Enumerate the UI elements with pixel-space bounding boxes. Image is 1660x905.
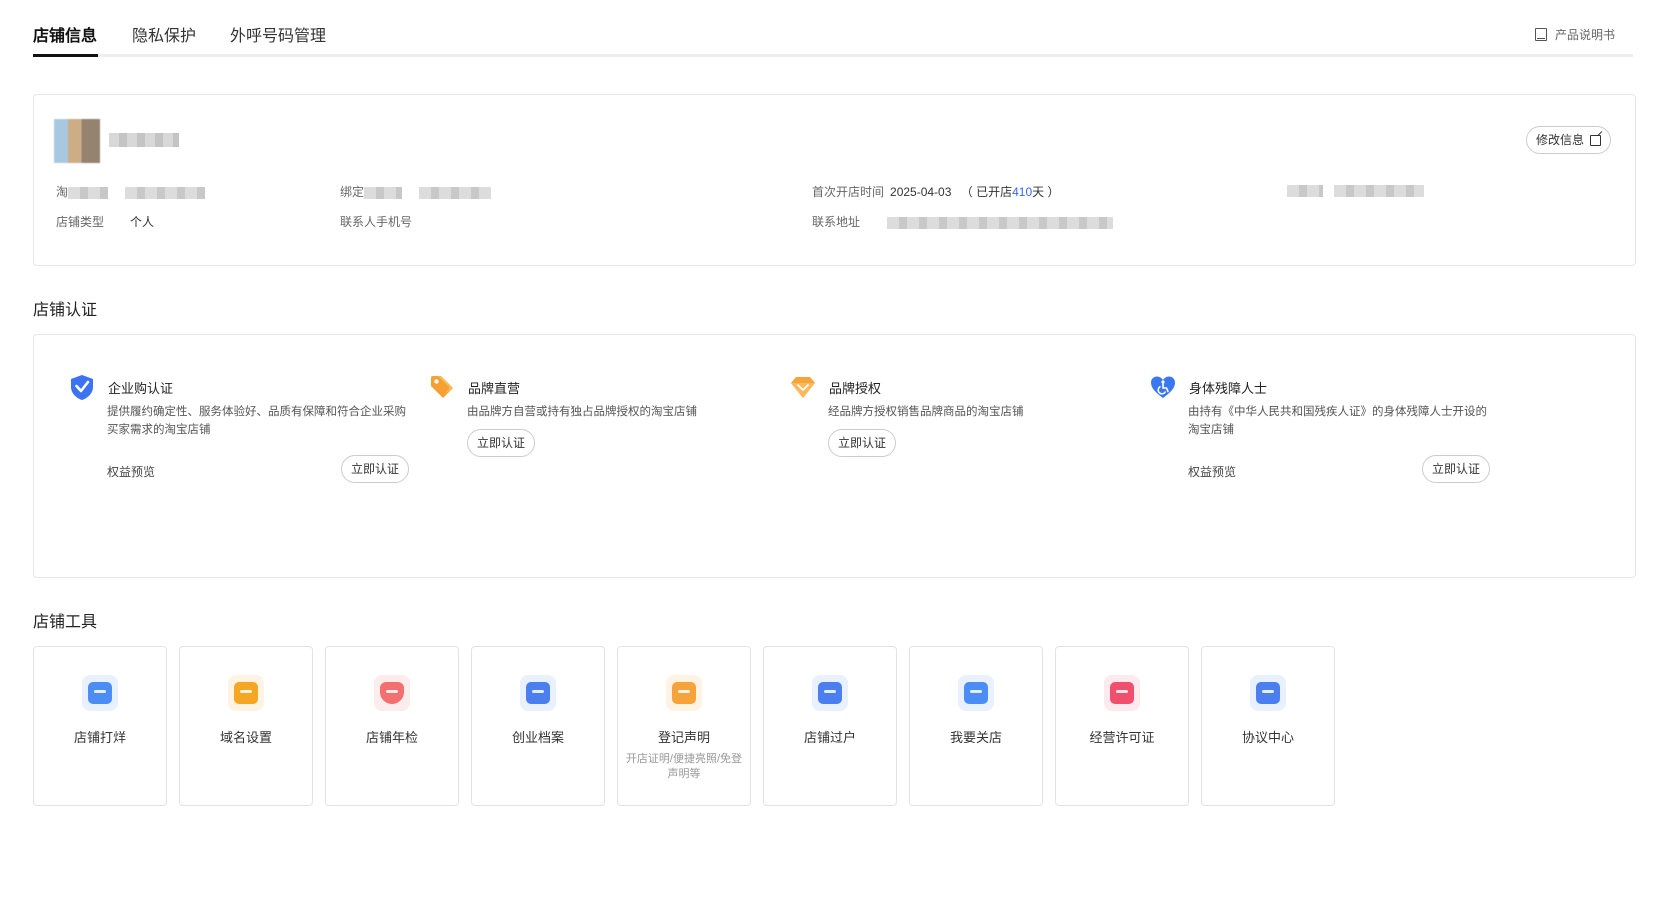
transfer-icon: [812, 675, 848, 711]
cert-desc: 经品牌方授权销售品牌商品的淘宝店铺: [828, 406, 1024, 418]
tool-annual-inspection[interactable]: 店铺年检: [325, 646, 459, 806]
certify-now-button[interactable]: 立即认证: [828, 429, 897, 457]
redacted-field: [1287, 183, 1425, 197]
active-tab-indicator: [33, 54, 98, 57]
tool-subtitle: 开店证明/便捷亮照/免登声明等: [625, 753, 743, 780]
cert-card: 企业购认证 提供履约确定性、服务体验好、品质有保障和符合企业采购买家需求的淘宝店…: [33, 334, 1636, 578]
shop-type-value: 个人: [130, 215, 155, 229]
shop-name-redacted: [109, 133, 179, 147]
shop-type-label: 店铺类型: [56, 215, 105, 229]
certify-now-button[interactable]: 立即认证: [340, 455, 409, 483]
contact-address-label: 联系地址: [812, 215, 861, 229]
contact-address-field: 联系地址: [812, 213, 1114, 230]
cert-title: 身体残障人士: [1189, 380, 1268, 396]
tab-privacy-protection[interactable]: 隐私保护: [132, 22, 196, 46]
shield-check-icon: [71, 375, 93, 400]
close-shop-icon: [958, 675, 994, 711]
redacted-text: [1287, 184, 1323, 197]
tool-label: 店铺过户: [803, 730, 856, 745]
cert-title: 品牌授权: [829, 380, 882, 396]
tool-business-license[interactable]: 经营许可证: [1055, 646, 1189, 806]
cert-desc: 提供履约确定性、服务体验好、品质有保障和符合企业采购买家需求的淘宝店铺: [107, 406, 406, 436]
tool-label: 域名设置: [219, 730, 272, 745]
redacted-text: [1334, 184, 1425, 197]
tool-agreement-center[interactable]: 协议中心: [1201, 646, 1335, 806]
rights-preview-link[interactable]: 权益预览: [107, 463, 155, 480]
cert-item-brand-direct: 品牌直营 由品牌方自营或持有独占品牌授权的淘宝店铺 立即认证: [428, 373, 768, 459]
tool-label: 经营许可证: [1089, 730, 1155, 745]
tool-label: 创业档案: [511, 730, 564, 745]
edit-info-button[interactable]: 修改信息: [1525, 126, 1611, 154]
archive-icon: [520, 675, 556, 711]
cert-desc: 由品牌方自营或持有独占品牌授权的淘宝店铺: [467, 406, 697, 418]
bind-label: 绑定: [340, 185, 365, 199]
rights-preview-link[interactable]: 权益预览: [1188, 463, 1236, 480]
cert-item-disabled-person: 身体残障人士 由持有《中华人民共和国残疾人证》的身体残障人士开设的淘宝店铺 权益…: [1149, 373, 1490, 485]
open-days-count: 410: [1012, 185, 1033, 199]
shop-type-field: 店铺类型 个人: [56, 213, 154, 230]
open-days-prefix: （ 已开店: [960, 185, 1013, 199]
first-open-time-label: 首次开店时间: [812, 185, 885, 199]
tag-icon: [431, 376, 453, 398]
redacted-text: [125, 186, 206, 199]
cert-section-title: 店铺认证: [33, 302, 98, 319]
book-icon: [1534, 28, 1547, 41]
edit-info-label: 修改信息: [1535, 133, 1584, 147]
external-link-icon: [1590, 134, 1601, 146]
shop-info-card: 修改信息 淘 绑定 首次开店时间 2025-04-03 （ 已开店410天 ） 店…: [33, 94, 1636, 266]
tool-registration-statement[interactable]: 登记声明 开店证明/便捷亮照/免登声明等: [617, 646, 751, 806]
first-open-date: 2025-04-03: [890, 185, 952, 199]
gem-icon: [791, 377, 815, 398]
tool-shop-closure[interactable]: 店铺打烊: [33, 646, 167, 806]
contact-phone-field: 联系人手机号: [340, 213, 412, 230]
tool-label: 我要关店: [949, 730, 1002, 745]
taobao-account-field: 淘: [56, 183, 206, 200]
redacted-text: [364, 186, 403, 199]
tab-bar: 店铺信息 隐私保护 外呼号码管理 产品说明书: [33, 18, 1633, 58]
tool-label: 协议中心: [1241, 730, 1294, 745]
tab-outbound-number-management[interactable]: 外呼号码管理: [230, 22, 326, 46]
cert-title: 品牌直营: [468, 380, 521, 396]
tab-shop-info[interactable]: 店铺信息: [33, 22, 97, 46]
tool-label: 登记声明: [657, 730, 710, 745]
taobao-account-label: 淘: [56, 185, 69, 199]
tools-section-title: 店铺工具: [33, 614, 98, 631]
shop-closed-icon: [82, 675, 118, 711]
first-open-time-field: 首次开店时间 2025-04-03 （ 已开店410天 ）: [812, 183, 1059, 200]
tool-shop-transfer[interactable]: 店铺过户: [763, 646, 897, 806]
certify-now-button[interactable]: 立即认证: [1421, 455, 1490, 483]
heart-accessibility-icon: [1151, 376, 1175, 398]
tool-label: 店铺年检: [365, 730, 418, 745]
open-days-suffix: 天 ）: [1032, 185, 1060, 199]
cert-item-brand-authorized: 品牌授权 经品牌方授权销售品牌商品的淘宝店铺 立即认证: [789, 373, 1129, 459]
redacted-text: [419, 186, 492, 199]
cert-title: 企业购认证: [108, 380, 174, 396]
agreement-icon: [1250, 675, 1286, 711]
cert-desc: 由持有《中华人民共和国残疾人证》的身体残障人士开设的淘宝店铺: [1188, 406, 1487, 436]
cert-item-enterprise: 企业购认证 提供履约确定性、服务体验好、品质有保障和符合企业采购买家需求的淘宝店…: [68, 373, 409, 485]
tool-domain-settings[interactable]: 域名设置: [179, 646, 313, 806]
inspection-shield-icon: [374, 675, 410, 711]
shop-avatar: [54, 119, 100, 163]
tools-grid: 店铺打烊 域名设置 店铺年检 创业档案 登记声明 开店证明/便捷亮照/免登声明等…: [33, 646, 1335, 806]
register-doc-icon: [666, 675, 702, 711]
tool-close-shop[interactable]: 我要关店: [909, 646, 1043, 806]
certify-now-button[interactable]: 立即认证: [467, 429, 536, 457]
tab-underline-track: [33, 54, 1633, 57]
redacted-text: [887, 216, 1114, 229]
tool-startup-archive[interactable]: 创业档案: [471, 646, 605, 806]
product-manual-label: 产品说明书: [1554, 28, 1615, 42]
tool-label: 店铺打烊: [73, 730, 126, 745]
domain-icon: [228, 675, 264, 711]
redacted-text: [68, 186, 109, 199]
product-manual-link[interactable]: 产品说明书: [1534, 26, 1615, 43]
bind-field: 绑定: [340, 183, 492, 200]
license-folder-icon: [1104, 675, 1140, 711]
contact-phone-label: 联系人手机号: [340, 215, 413, 229]
